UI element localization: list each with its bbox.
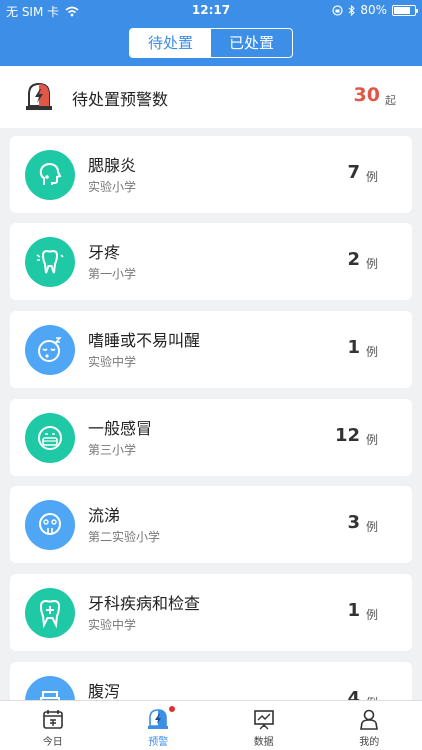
- alert-school: 实验中学: [88, 618, 137, 632]
- header-bar: 无 SIM 卡 12:17 80% 待处置 已处置: [0, 0, 422, 66]
- alert-card[interactable]: 流涕 第二实验小学 3 例: [10, 486, 412, 563]
- calendar-icon: [42, 710, 63, 729]
- runny-nose-icon: [25, 500, 75, 550]
- rotation-lock-icon: [332, 4, 343, 16]
- alert-unit: 例: [365, 520, 378, 534]
- face-profile-icon: [25, 150, 75, 200]
- alert-card[interactable]: 牙科疾病和检查 实验中学 1 例: [10, 574, 412, 651]
- status-bar: 无 SIM 卡 12:17 80%: [0, 0, 422, 22]
- alert-name: 一般感冒: [88, 419, 153, 438]
- tab-label: 今日: [42, 737, 63, 748]
- mask-face-icon: [25, 413, 75, 463]
- tab-handled[interactable]: 已处置: [211, 29, 292, 57]
- summary-unit: 起: [385, 94, 396, 107]
- alert-count: 2: [347, 249, 360, 270]
- chart-board-icon: [253, 710, 274, 730]
- tab-pending[interactable]: 待处置: [130, 29, 211, 57]
- alert-name: 流涕: [88, 506, 121, 525]
- alert-unit: 例: [365, 257, 378, 271]
- bottom-tab-bar: 今日 预警 数据 我的: [0, 700, 422, 750]
- battery-icon: [392, 4, 418, 16]
- tab-label: 预警: [148, 737, 169, 748]
- alert-count: 7: [347, 162, 360, 183]
- status-segmented-control: 待处置 已处置: [129, 28, 293, 58]
- alert-unit: 例: [365, 608, 378, 622]
- alert-list[interactable]: 腮腺炎 实验小学 7 例 牙疼 第一小学 2 例 嗜睡或不易叫醒 实验中学 1 …: [0, 128, 422, 700]
- alert-count: 3: [347, 512, 360, 533]
- alert-card[interactable]: 腹泻 4 例: [10, 662, 412, 700]
- tab-label: 我的: [359, 737, 380, 748]
- battery-percent: 80%: [360, 3, 387, 17]
- alert-name: 腮腺炎: [88, 156, 137, 175]
- alarm-icon: [148, 709, 169, 729]
- tab-today[interactable]: 今日: [0, 701, 106, 750]
- sleepy-face-icon: [25, 325, 75, 375]
- alert-card[interactable]: 一般感冒 第三小学 12 例: [10, 399, 412, 476]
- alert-unit: 例: [365, 345, 378, 359]
- alert-card[interactable]: 嗜睡或不易叫醒 实验中学 1 例: [10, 311, 412, 388]
- user-icon: [360, 709, 379, 730]
- alert-count: 1: [347, 600, 360, 621]
- alert-name: 腹泻: [88, 682, 121, 700]
- tab-alerts[interactable]: 预警: [106, 701, 212, 750]
- summary-count: 30: [353, 84, 380, 106]
- alert-count: 12: [334, 425, 360, 446]
- alert-school: 实验中学: [88, 355, 137, 369]
- alert-school: 第一小学: [88, 267, 137, 281]
- alert-unit: 例: [365, 433, 378, 447]
- summary-title: 待处置预警数: [72, 90, 169, 109]
- toilet-icon: [25, 676, 75, 700]
- tooth-pain-icon: [25, 237, 75, 287]
- alert-name: 牙疼: [88, 243, 121, 262]
- alert-name: 牙科疾病和检查: [88, 594, 201, 613]
- tooth-cross-icon: [25, 588, 75, 638]
- alert-name: 嗜睡或不易叫醒: [88, 331, 201, 350]
- alert-card[interactable]: 腮腺炎 实验小学 7 例: [10, 136, 412, 213]
- alarm-light-icon: [26, 82, 52, 110]
- tab-mine[interactable]: 我的: [317, 701, 422, 750]
- alert-count: 1: [347, 337, 360, 358]
- alert-card[interactable]: 牙疼 第一小学 2 例: [10, 223, 412, 300]
- alert-unit: 例: [365, 170, 378, 184]
- notification-dot: [168, 706, 175, 712]
- tab-data[interactable]: 数据: [211, 701, 317, 750]
- pending-summary: 待处置预警数 30 起: [0, 66, 422, 128]
- alert-school: 实验小学: [88, 180, 137, 194]
- alert-school: 第二实验小学: [88, 530, 161, 544]
- alert-count: 4: [347, 688, 360, 700]
- bluetooth-icon: [348, 4, 356, 16]
- alert-school: 第三小学: [88, 443, 137, 457]
- tab-label: 数据: [253, 737, 274, 748]
